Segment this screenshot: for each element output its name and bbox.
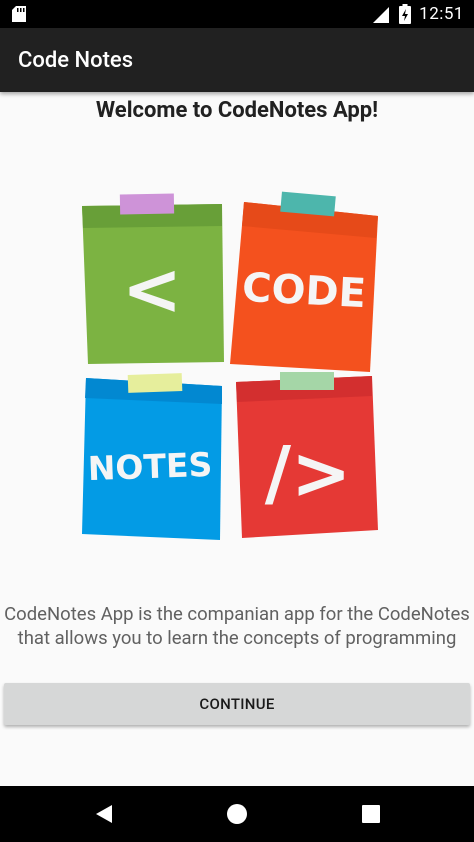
lte-signal-icon [373, 7, 390, 23]
note-green-label: < [122, 247, 182, 331]
note-orange-label: CODE [241, 265, 367, 317]
recents-icon[interactable] [357, 800, 385, 828]
codenotes-logo: < CODE NOTES /> [82, 191, 378, 540]
note-blue: NOTES [82, 373, 222, 540]
nav-bar [0, 786, 474, 842]
battery-charging-icon [399, 4, 412, 24]
home-icon[interactable] [223, 800, 251, 828]
note-green: < [82, 193, 224, 364]
sd-card-icon [12, 6, 26, 22]
welcome-heading: Welcome to CodeNotes App! [95, 98, 379, 123]
note-blue-label: NOTES [87, 445, 213, 488]
app-description: CodeNotes App is the companian app for t… [4, 603, 470, 649]
note-red-label: /> [265, 431, 352, 515]
note-orange: CODE [230, 191, 378, 372]
status-time: 12:51 [419, 4, 464, 24]
app-bar: Code Notes [0, 28, 474, 92]
status-bar: 12:51 [0, 0, 474, 28]
app-title: Code Notes [18, 48, 134, 73]
note-red: /> [236, 372, 378, 538]
continue-button[interactable]: CONTINUE [4, 683, 470, 725]
back-icon[interactable] [90, 800, 118, 828]
